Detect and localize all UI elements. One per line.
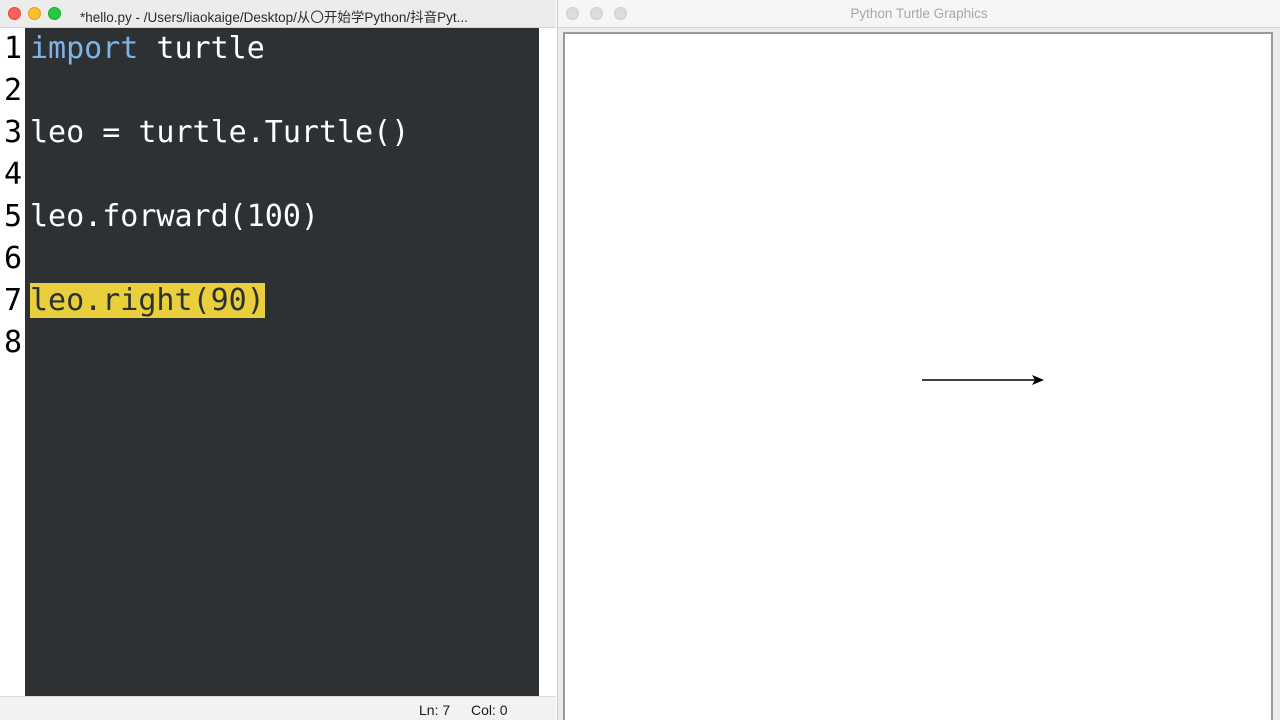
line-number: 7 [3,283,22,318]
line-number: 2 [3,73,22,108]
selected-code-text: leo.right(90) [30,283,265,318]
line-number: 3 [3,115,22,150]
line-number-gutter: 1 2 3 4 5 6 7 8 [0,28,25,696]
code-line[interactable]: leo = turtle.Turtle() [30,112,409,154]
turtle-canvas[interactable] [563,32,1273,720]
keyword-token: import [30,31,139,66]
editor-window-title: *hello.py - /Users/liaokaige/Desktop/从〇开… [80,10,468,25]
minimize-window-button[interactable] [28,7,41,20]
line-number: 1 [3,31,22,66]
code-line[interactable]: import turtle [30,28,265,70]
line-number: 8 [3,325,22,360]
line-number: 5 [3,199,22,234]
editor-titlebar[interactable]: *hello.py - /Users/liaokaige/Desktop/从〇开… [0,0,556,28]
code-line-highlighted[interactable]: leo.right(90) [30,280,265,322]
turtle-graphics-window: Python Turtle Graphics [557,0,1280,720]
editor-status-bar: Ln: 7 Col: 0 [0,696,556,720]
code-editor[interactable]: import turtle leo = turtle.Turtle() leo.… [25,28,539,696]
editor-scrollbar[interactable] [539,28,556,696]
close-window-button[interactable] [8,7,21,20]
line-number: 6 [3,241,22,276]
cursor-line-indicator: Ln: 7 [419,702,451,718]
code-line[interactable]: leo.forward(100) [30,196,319,238]
cursor-column-indicator: Col: 0 [471,702,508,718]
line-number: 4 [3,157,22,192]
code-text: turtle [138,31,265,66]
turtle-window-title: Python Turtle Graphics [850,6,988,21]
editor-window: *hello.py - /Users/liaokaige/Desktop/从〇开… [0,0,556,720]
turtle-drawing [922,375,1044,385]
zoom-window-button[interactable] [48,7,61,20]
turtle-titlebar[interactable]: Python Turtle Graphics [558,0,1280,28]
